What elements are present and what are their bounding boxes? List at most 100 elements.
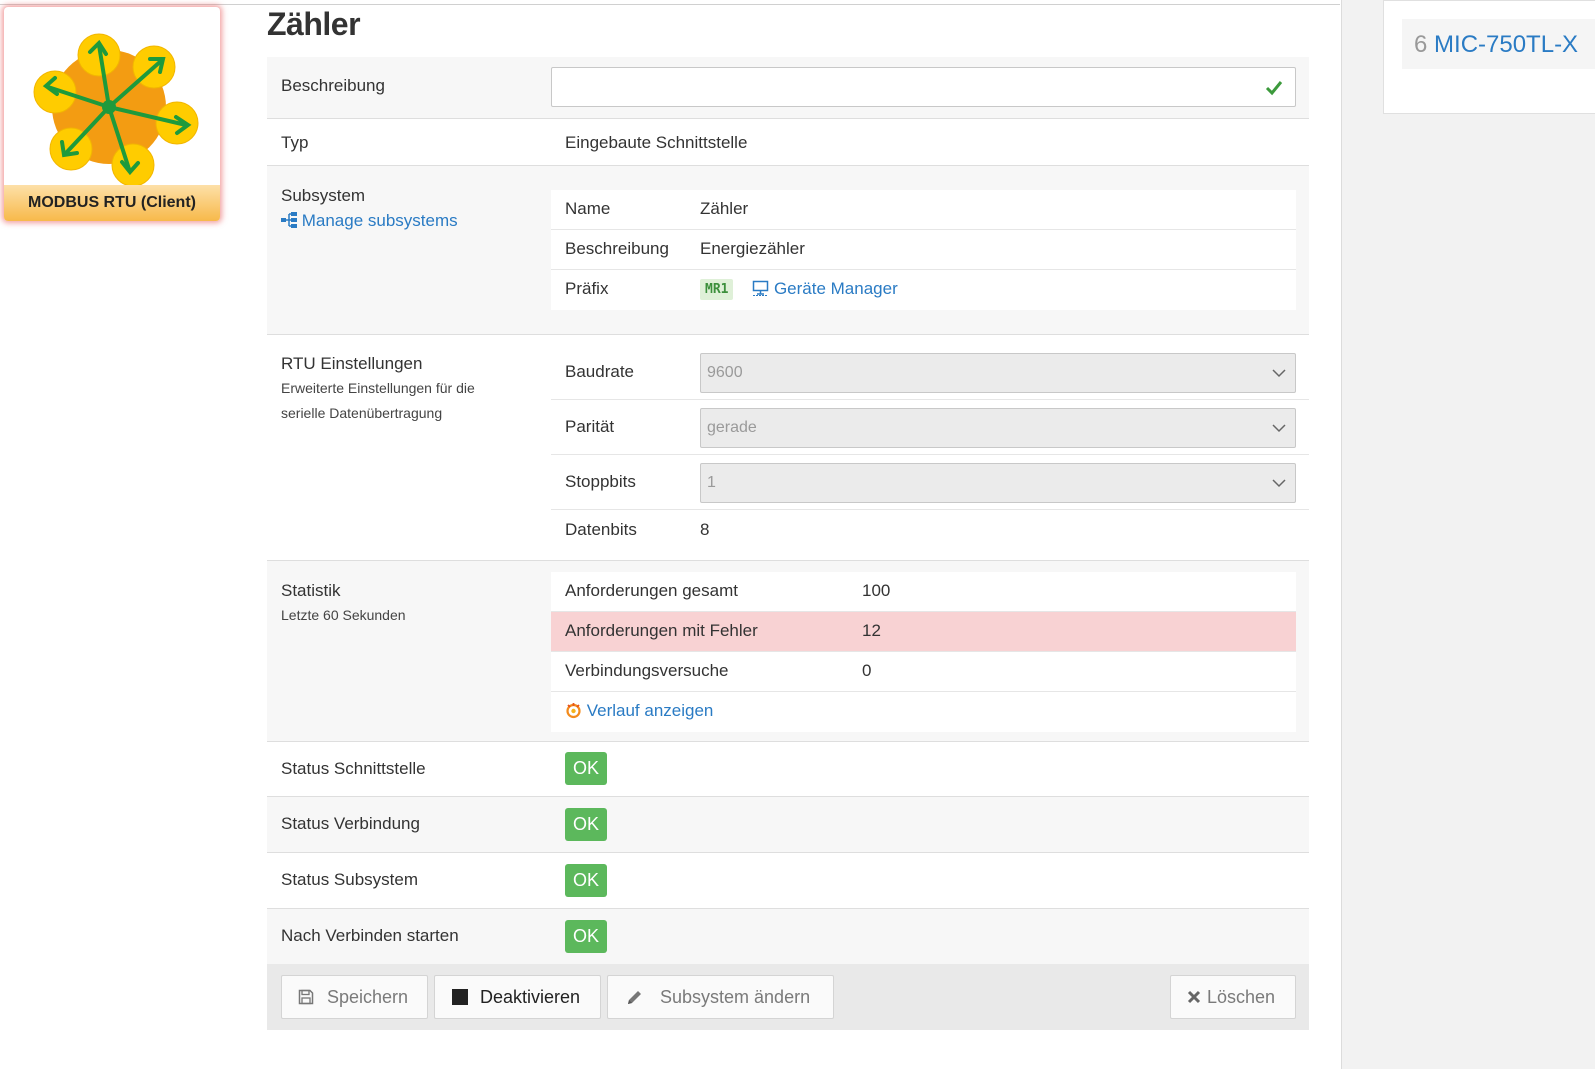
close-icon [1187,990,1201,1004]
save-button-label: Speichern [327,987,409,1007]
subsystem-prefix-row: Präfix MR1 Geräte Manager [551,270,1296,310]
row-typ: Typ Eingebaute Schnittstelle [267,119,1309,166]
requests-errors-label: Anforderungen mit Fehler [565,621,758,640]
modbus-logo-tile[interactable]: MODBUS RTU (Client) [4,7,220,221]
action-toolbar: Speichern Deaktivieren Subsystem ändern … [267,964,1309,1030]
requests-errors-value: 12 [862,621,881,640]
row-status-subsystem: Status Subsystem OK [267,853,1309,909]
typ-label: Typ [281,133,309,152]
subsystem-desc-row: Beschreibung Energiezähler [551,230,1296,270]
connection-attempts-label: Verbindungsversuche [565,661,729,680]
sitemap-icon [281,212,297,228]
row-rtu-settings: RTU Einstellungen Erweiterte Einstellung… [267,335,1309,561]
device-item-link[interactable]: MIC-750TL-X [1434,31,1578,58]
save-icon [298,989,314,1005]
rtu-settings-label: RTU Einstellungen [281,354,423,373]
parity-label: Parität [565,417,615,436]
page-title: Zähler [267,6,361,42]
row-subsystem: Subsystem Manage subsystems Name Zähler … [267,166,1309,335]
requests-errors-row: Anforderungen mit Fehler 12 [551,612,1296,652]
status-subsystem-label: Status Subsystem [281,870,419,889]
row-beschreibung: Beschreibung [267,57,1309,119]
stopbits-label: Stoppbits [565,472,636,491]
row-status-connection: Status Verbindung OK [267,797,1309,853]
databits-row: Datenbits 8 [551,510,1309,555]
stopbits-value: 1 [707,474,716,491]
subsystem-desc-value: Energiezähler [700,239,805,258]
status-interface-badge: OK [565,752,607,785]
manage-subsystems-link[interactable]: Manage subsystems [281,211,458,231]
requests-total-label: Anforderungen gesamt [565,581,738,600]
status-connection-label: Status Verbindung [281,814,420,833]
baudrate-value: 9600 [707,364,743,381]
connection-attempts-row: Verbindungsversuche 0 [551,652,1296,692]
requests-total-value: 100 [862,581,891,600]
stopbits-row: Stoppbits 1 [551,455,1309,510]
history-row: Verlauf anzeigen [551,692,1296,732]
logo-caption: MODBUS RTU (Client) [4,185,220,221]
subsystem-name-label: Name [565,199,611,218]
show-history-link[interactable]: Verlauf anzeigen [565,701,713,721]
delete-button-label: Löschen [1207,987,1276,1007]
statistics-label: Statistik [281,581,341,600]
manage-subsystems-text: Manage subsystems [301,211,458,230]
rtu-settings-desc-line1: Erweiterte Einstellungen für die [281,380,475,396]
row-statistics: Statistik Letzte 60 Sekunden Anforderung… [267,561,1309,742]
statistics-table: Anforderungen gesamt 100 Anforderungen m… [551,572,1296,732]
device-manager-text: Geräte Manager [773,279,898,298]
subsystem-prefix-label: Präfix [565,279,609,298]
change-subsystem-button-label: Subsystem ändern [660,987,811,1007]
databits-label: Datenbits [565,520,637,539]
row-status-interface: Status Schnittstelle OK [267,742,1309,797]
chevron-down-icon [1272,479,1286,488]
row-start-after-connect: Nach Verbinden starten OK [267,909,1309,964]
grafana-icon [566,703,581,719]
status-subsystem-badge: OK [565,864,607,897]
device-list-card: 6 MIC-750TL-X [1383,0,1595,114]
interface-details-table: Beschreibung Typ Eingebaute Schnittstell… [267,57,1309,1030]
modbus-logo-icon [33,33,199,187]
top-divider [0,4,1340,5]
typ-value: Eingebaute Schnittstelle [565,133,748,152]
requests-total-row: Anforderungen gesamt 100 [551,572,1296,612]
show-history-text: Verlauf anzeigen [586,701,714,720]
deactivate-button-label: Deaktivieren [480,987,581,1007]
statistics-desc: Letzte 60 Sekunden [281,607,406,623]
status-interface-label: Status Schnittstelle [281,759,426,778]
stop-icon [452,989,468,1005]
parity-value: gerade [707,419,757,436]
device-item-number: 6 [1414,31,1428,58]
subsystem-info-table: Name Zähler Beschreibung Energiezähler P… [551,190,1296,310]
beschreibung-label: Beschreibung [281,76,385,95]
beschreibung-input[interactable] [551,67,1296,107]
databits-value: 8 [700,520,710,539]
device-list-item[interactable]: 6 MIC-750TL-X [1402,19,1595,69]
baudrate-label: Baudrate [565,362,634,381]
start-after-connect-label: Nach Verbinden starten [281,926,459,945]
baudrate-select[interactable]: 9600 [700,353,1296,393]
baudrate-row: Baudrate 9600 [551,345,1309,400]
check-icon [1265,81,1283,96]
monitor-icon [752,280,769,296]
device-manager-link[interactable]: Geräte Manager [752,279,898,298]
prefix-badge: MR1 [700,279,734,301]
deactivate-button[interactable]: Deaktivieren [434,975,601,1019]
chevron-down-icon [1272,424,1286,433]
right-sidebar: 6 MIC-750TL-X [1341,0,1595,1069]
subsystem-desc-label: Beschreibung [565,239,669,258]
save-button[interactable]: Speichern [281,975,428,1019]
parity-row: Parität gerade [551,400,1309,455]
chevron-down-icon [1272,369,1286,378]
change-subsystem-button[interactable]: Subsystem ändern [607,975,834,1019]
subsystem-name-row: Name Zähler [551,190,1296,230]
pencil-icon [628,991,641,1004]
subsystem-name-value: Zähler [700,199,749,218]
status-connection-badge: OK [565,808,607,841]
start-after-connect-badge: OK [565,920,607,953]
connection-attempts-value: 0 [862,661,872,680]
parity-select[interactable]: gerade [700,408,1296,448]
stopbits-select[interactable]: 1 [700,463,1296,503]
delete-button[interactable]: Löschen [1170,975,1296,1019]
rtu-settings-desc-line2: serielle Datenübertragung [281,405,443,421]
subsystem-label: Subsystem [281,186,366,205]
